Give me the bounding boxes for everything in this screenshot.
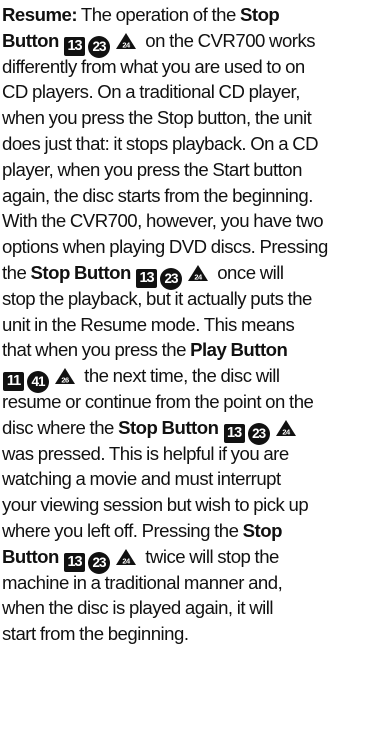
text-line: disc where the Stop Button 13 23 24 (2, 415, 376, 445)
bold-term: Stop (239, 4, 280, 25)
body-text: watching a movie and must interrupt (2, 468, 281, 490)
text-line: your viewing session but wish to pick up (2, 492, 376, 518)
body-text: on the CVR700 works (141, 29, 316, 51)
text-line: unit in the Resume mode. This means (2, 312, 376, 338)
body-text: options when playing DVD discs. Pressing (2, 236, 328, 258)
bold-term: Resume: (2, 4, 78, 25)
body-text: when the disc is played again, it will (2, 597, 274, 619)
text-line: Resume: The operation of the Stop (2, 2, 376, 28)
text-line: machine in a traditional manner and, (2, 570, 376, 596)
text-line: that when you press the Play Button (2, 337, 376, 363)
front-panel-button-number-icon: 13 (64, 552, 86, 572)
text-line: 11 41 26 the next time, the disc will (2, 363, 376, 394)
body-text: machine in a traditional manner and, (2, 571, 283, 593)
body-text: your viewing session but wish to pick up (2, 494, 309, 516)
body-text: player, when you press the Start button (2, 158, 303, 180)
text-line: the Stop Button 13 23 24 once will (2, 260, 376, 290)
text-line: when you press the Stop button, the unit (2, 105, 376, 131)
body-text: disc where the (2, 416, 119, 438)
bold-term: Button (2, 545, 64, 567)
text-line: With the CVR700, however, you have two (2, 208, 376, 234)
body-text: that when you press the (2, 339, 191, 361)
body-text: once will (213, 261, 284, 283)
callout-number: 26 (61, 376, 69, 385)
front-panel-button-number-icon: 13 (64, 36, 86, 56)
bold-term: Stop Button (118, 416, 223, 438)
diagram-callout-number-icon: 24 (115, 548, 137, 566)
diagram-callout-number-icon: 24 (187, 264, 209, 282)
body-text: start from the beginning. (2, 623, 189, 645)
bold-term: Stop Button (30, 261, 136, 283)
bold-term: Stop (242, 519, 283, 541)
diagram-callout-number-icon: 24 (275, 419, 297, 437)
front-panel-button-number-icon: 13 (223, 423, 245, 443)
body-text: CD players. On a traditional CD player, (2, 81, 300, 103)
text-line: again, the disc starts from the beginnin… (2, 183, 376, 209)
body-text: With the CVR700, however, you have two (2, 210, 324, 232)
body-text: was pressed. This is helpful if you are (2, 442, 289, 464)
text-line: player, when you press the Start button (2, 157, 376, 183)
text-line: was pressed. This is helpful if you are (2, 441, 376, 467)
text-line: Button 13 23 24 on the CVR700 works (2, 28, 376, 58)
body-text: where you left off. Pressing the (2, 519, 243, 541)
manual-page: Resume: The operation of the Stop Button … (0, 0, 376, 737)
text-line: Button 13 23 24 twice will stop the (2, 544, 376, 574)
text-line: options when playing DVD discs. Pressing (2, 234, 376, 260)
text-line: CD players. On a traditional CD player, (2, 79, 376, 105)
text-line: start from the beginning. (2, 621, 376, 647)
bold-term: Play Button (190, 339, 288, 361)
diagram-callout-number-icon: 24 (115, 32, 137, 50)
resume-paragraph: Resume: The operation of the Stop Button … (2, 2, 376, 647)
text-line: when the disc is played again, it will (2, 595, 376, 621)
body-text: twice will stop the (141, 545, 279, 567)
text-line: resume or continue from the point on the (2, 389, 376, 415)
body-text: resume or continue from the point on the (2, 390, 314, 412)
body-text: The operation of the (77, 4, 240, 25)
text-line: stop the playback, but it actually puts … (2, 286, 376, 312)
body-text: unit in the Resume mode. This means (2, 313, 295, 335)
bold-term: Button (2, 29, 64, 51)
body-text: when you press the Stop button, the unit (2, 107, 312, 129)
body-text: again, the disc starts from the beginnin… (2, 184, 313, 206)
body-text: stop the playback, but it actually puts … (2, 287, 312, 309)
body-text: the next time, the disc will (80, 365, 280, 387)
body-text: differently from what you are used to on (2, 55, 305, 77)
body-text: the (2, 261, 31, 283)
text-line: does just that: it stops playback. On a … (2, 131, 376, 157)
text-line: where you left off. Pressing the Stop (2, 518, 376, 544)
diagram-callout-number-icon: 26 (54, 367, 76, 385)
body-text: does just that: it stops playback. On a … (2, 132, 319, 154)
text-line: watching a movie and must interrupt (2, 466, 376, 492)
text-line: differently from what you are used to on (2, 54, 376, 80)
